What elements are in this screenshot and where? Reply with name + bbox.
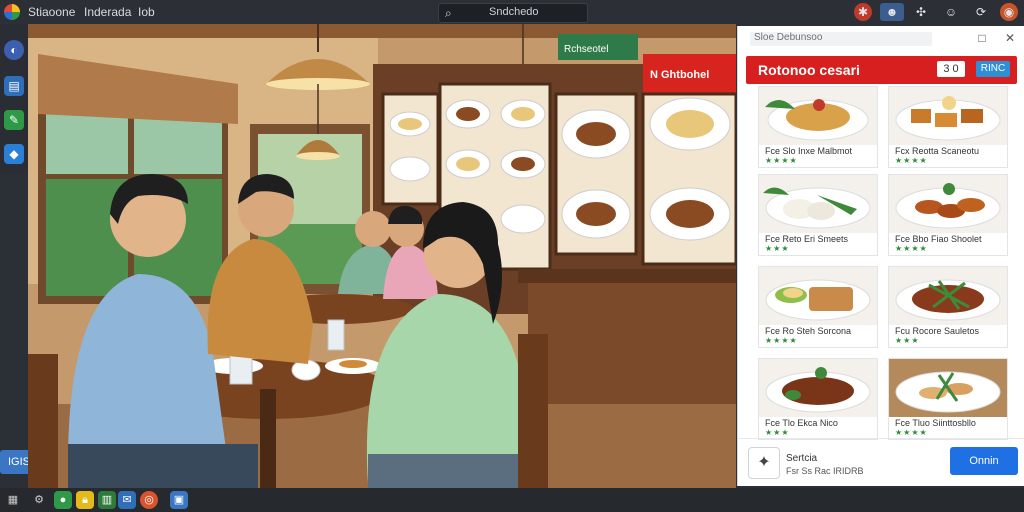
dish-card[interactable]: Fce Bbo Fiao Shoolet ★★★★ bbox=[888, 174, 1008, 256]
dish-name: Fce Slo Inxe Malbmot bbox=[765, 146, 853, 156]
panel-title: Sloe Debunsoo bbox=[750, 32, 932, 46]
panel-footer: ✦ Sertcia Fsr Ss Rac IRIDRB Onnin bbox=[738, 438, 1024, 487]
dish-image bbox=[759, 359, 877, 417]
help-icon[interactable]: ☺ bbox=[942, 3, 960, 21]
dish-rating: ★★★ bbox=[895, 336, 920, 345]
menu-item-2[interactable]: Iob bbox=[138, 5, 155, 19]
dish-rating: ★★★★ bbox=[895, 428, 928, 437]
dish-name: Fcu Rocore Sauletos bbox=[895, 326, 980, 336]
search-box[interactable]: ⌕ Sndchedo bbox=[438, 3, 588, 23]
windows-icon[interactable]: ▦ bbox=[4, 491, 22, 509]
mail-icon[interactable]: ✉ bbox=[118, 491, 136, 509]
close-icon[interactable]: ✕ bbox=[1002, 30, 1018, 46]
dish-image bbox=[759, 87, 877, 145]
dish-image bbox=[759, 267, 877, 325]
cleaning-icon[interactable]: ✦ bbox=[748, 447, 780, 479]
dish-image bbox=[889, 359, 1007, 417]
maximize-icon[interactable]: □ bbox=[974, 30, 990, 46]
quantity-field[interactable]: 3 0 bbox=[937, 61, 965, 77]
dish-rating: ★★★★ bbox=[765, 336, 798, 345]
restaurant-scene: Rchseotel N Ghtbohel bbox=[28, 24, 736, 488]
dish-rating: ★★★ bbox=[765, 244, 790, 253]
sheet-icon[interactable]: ▥ bbox=[98, 491, 116, 509]
dish-card[interactable]: Fce Tluo Siinttosbllo ★★★★ bbox=[888, 358, 1008, 440]
wall-sign: Rchseotel bbox=[564, 44, 608, 55]
search-icon: ⌕ bbox=[445, 6, 452, 20]
menu-panel: Sloe Debunsoo □ ✕ Rotonoo cesari 3 0 RIN… bbox=[737, 26, 1024, 486]
dish-rating: ★★★★ bbox=[895, 244, 928, 253]
menu-header: Rotonoo cesari 3 0 RINC bbox=[746, 56, 1017, 84]
dish-name: Fcx Reotta Scaneotu bbox=[895, 146, 980, 156]
dish-card[interactable]: Fce Slo Inxe Malbmot ★★★★ bbox=[758, 86, 878, 168]
top-bar: Stiaoone Inderada Iob ⌕ Sndchedo ✱ ☻ ✣ ☺… bbox=[0, 0, 1024, 24]
dish-card[interactable]: Fce Reto Eri Smeets ★★★ bbox=[758, 174, 878, 256]
menu-header-title: Rotonoo cesari bbox=[758, 62, 860, 78]
dish-rating: ★★★★ bbox=[895, 156, 928, 165]
search-text: Sndchedo bbox=[489, 6, 539, 18]
footer-title: Sertcia bbox=[786, 453, 818, 464]
dish-name: Fce Tlo Ekca Nico bbox=[765, 418, 838, 428]
restaurant-illustration: Rchseotel N Ghtbohel bbox=[28, 24, 736, 488]
edit-icon[interactable]: ✎ bbox=[4, 110, 24, 130]
dish-card[interactable]: Fce Tlo Ekca Nico ★★★ bbox=[758, 358, 878, 440]
dish-rating: ★★★★ bbox=[765, 156, 798, 165]
puzzle-icon[interactable]: ✣ bbox=[912, 3, 930, 21]
panel-titlebar: Sloe Debunsoo □ ✕ bbox=[738, 26, 1024, 50]
dish-card[interactable]: Fce Ro Steh Sorcona ★★★★ bbox=[758, 266, 878, 348]
account-icon[interactable]: ◉ bbox=[1000, 3, 1018, 21]
files-icon[interactable]: ▤ bbox=[4, 76, 24, 96]
menu-item-1[interactable]: Inderada bbox=[84, 5, 131, 19]
dish-rating: ★★★ bbox=[765, 428, 790, 437]
dish-image bbox=[889, 87, 1007, 145]
dish-grid: Fce Slo Inxe Malbmot ★★★★ Fcx Reotta Sca… bbox=[752, 86, 1012, 440]
dish-name: Fce Bbo Fiao Shoolet bbox=[895, 234, 982, 244]
menu-board-title: N Ghtbohel bbox=[650, 69, 709, 81]
dish-image bbox=[889, 267, 1007, 325]
app-title: Stiaoone bbox=[28, 5, 76, 19]
app-green-icon[interactable]: ● bbox=[54, 491, 72, 509]
calendar-icon[interactable]: ▣ bbox=[170, 491, 188, 509]
left-dock: ◐ ▤ ✎ ◆ bbox=[0, 24, 28, 174]
profile-icon[interactable]: ☻ bbox=[880, 3, 904, 21]
sync-icon[interactable]: ⟳ bbox=[972, 3, 990, 21]
bug-icon[interactable]: ✱ bbox=[854, 3, 872, 21]
browser-icon[interactable]: ◐ bbox=[4, 40, 24, 60]
app-logo-icon[interactable] bbox=[4, 4, 20, 20]
dish-image bbox=[889, 175, 1007, 233]
dish-name: Fce Ro Steh Sorcona bbox=[765, 326, 852, 336]
lock-icon[interactable]: 🔒︎ bbox=[76, 491, 94, 509]
dish-name: Fce Reto Eri Smeets bbox=[765, 234, 849, 244]
dish-image bbox=[759, 175, 877, 233]
package-icon[interactable]: ◆ bbox=[4, 144, 24, 164]
header-action-button[interactable]: RINC bbox=[976, 61, 1010, 77]
browser-orange-icon[interactable]: ◎ bbox=[140, 491, 158, 509]
settings-icon[interactable]: ⚙ bbox=[30, 491, 48, 509]
dish-card[interactable]: Fcu Rocore Sauletos ★★★ bbox=[888, 266, 1008, 348]
order-button[interactable]: Onnin bbox=[950, 447, 1018, 475]
taskbar: ▦ ⚙ ● 🔒︎ ▥ ✉ ◎ ▣ bbox=[0, 488, 1024, 512]
dish-card[interactable]: Fcx Reotta Scaneotu ★★★★ bbox=[888, 86, 1008, 168]
dish-name: Fce Tluo Siinttosbllo bbox=[895, 418, 976, 428]
footer-subtitle: Fsr Ss Rac IRIDRB bbox=[786, 466, 864, 476]
